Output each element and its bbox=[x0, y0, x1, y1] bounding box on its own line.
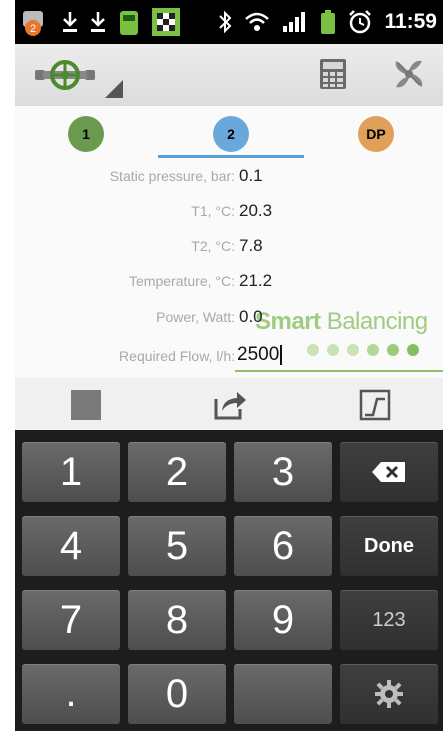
status-bar: 2 11:59 bbox=[15, 0, 443, 44]
status-notifications: 2 bbox=[21, 6, 181, 38]
bluetooth-icon bbox=[218, 9, 232, 35]
checkered-flag-app-icon bbox=[151, 7, 181, 37]
brand-bold-text: Smart bbox=[255, 308, 321, 335]
notification-badge-icon: 2 bbox=[21, 7, 51, 37]
tab-1[interactable]: 1 bbox=[68, 116, 104, 152]
svg-text:2: 2 bbox=[30, 23, 36, 35]
key-9[interactable]: 9 bbox=[234, 590, 332, 650]
t2-value: 7.8 bbox=[239, 236, 263, 255]
tab-2[interactable]: 2 bbox=[213, 116, 249, 152]
phone-screen: 2 11:59 1 2 DP Static pressure, bar: 0.1… bbox=[15, 0, 443, 731]
measurement-form: Static pressure, bar: 0.1 T1, °C: 20.3 T… bbox=[15, 158, 443, 378]
t2-label: T2, °C: bbox=[191, 238, 235, 254]
static-pressure-label: Static pressure, bar: bbox=[109, 168, 235, 184]
fan-settings-icon[interactable] bbox=[391, 56, 427, 92]
power-label: Power, Watt: bbox=[156, 309, 235, 325]
download-icon bbox=[89, 9, 107, 35]
gear-icon bbox=[375, 680, 403, 708]
power-value: 0.0 bbox=[239, 307, 263, 326]
numeric-keyboard: 1 2 3 4 5 6 Done 7 8 9 123 . 0 bbox=[15, 430, 443, 731]
android-app-icon bbox=[117, 7, 141, 37]
stop-button[interactable] bbox=[69, 388, 103, 422]
alarm-icon bbox=[348, 9, 372, 35]
battery-icon bbox=[320, 9, 336, 35]
tab-dp[interactable]: DP bbox=[358, 116, 394, 152]
mode-123-key[interactable]: 123 bbox=[340, 590, 438, 650]
key-2[interactable]: 2 bbox=[128, 442, 226, 502]
action-row bbox=[15, 378, 443, 430]
key-6[interactable]: 6 bbox=[234, 516, 332, 576]
menu-overflow-icon[interactable] bbox=[105, 80, 123, 98]
wifi-icon bbox=[244, 11, 270, 33]
signal-icon bbox=[282, 11, 308, 33]
status-time: 11:59 bbox=[384, 10, 437, 33]
download-icon bbox=[61, 9, 79, 35]
temperature-value: 21.2 bbox=[239, 271, 273, 290]
key-blank[interactable] bbox=[234, 664, 332, 724]
key-3[interactable]: 3 bbox=[234, 442, 332, 502]
required-flow-input[interactable]: 2500 bbox=[235, 340, 443, 372]
keyboard-settings-key[interactable] bbox=[340, 664, 438, 724]
backspace-key[interactable] bbox=[340, 442, 438, 502]
smart-balancing-logo: Smart Balancing bbox=[255, 308, 428, 336]
valve-logo-icon[interactable] bbox=[33, 56, 97, 92]
key-5[interactable]: 5 bbox=[128, 516, 226, 576]
done-key[interactable]: Done bbox=[340, 516, 438, 576]
key-1[interactable]: 1 bbox=[22, 442, 120, 502]
static-pressure-value: 0.1 bbox=[239, 166, 263, 185]
key-4[interactable]: 4 bbox=[22, 516, 120, 576]
key-decimal[interactable]: . bbox=[22, 664, 120, 724]
t1-value: 20.3 bbox=[239, 201, 273, 220]
text-caret bbox=[280, 344, 283, 365]
chart-button[interactable] bbox=[358, 388, 392, 422]
calculator-icon[interactable] bbox=[315, 56, 351, 92]
tab-bar: 1 2 DP bbox=[15, 106, 443, 158]
action-bar bbox=[15, 44, 443, 107]
share-button[interactable] bbox=[213, 388, 247, 422]
required-flow-label: Required Flow, l/h: bbox=[119, 348, 235, 364]
required-flow-value: 2500 bbox=[237, 344, 280, 365]
key-0[interactable]: 0 bbox=[128, 664, 226, 724]
temperature-label: Temperature, °C: bbox=[129, 273, 235, 289]
key-7[interactable]: 7 bbox=[22, 590, 120, 650]
backspace-icon bbox=[372, 462, 405, 482]
key-8[interactable]: 8 bbox=[128, 590, 226, 650]
status-system: 11:59 bbox=[218, 6, 437, 38]
brand-light-text: Balancing bbox=[326, 308, 428, 335]
t1-label: T1, °C: bbox=[191, 203, 235, 219]
